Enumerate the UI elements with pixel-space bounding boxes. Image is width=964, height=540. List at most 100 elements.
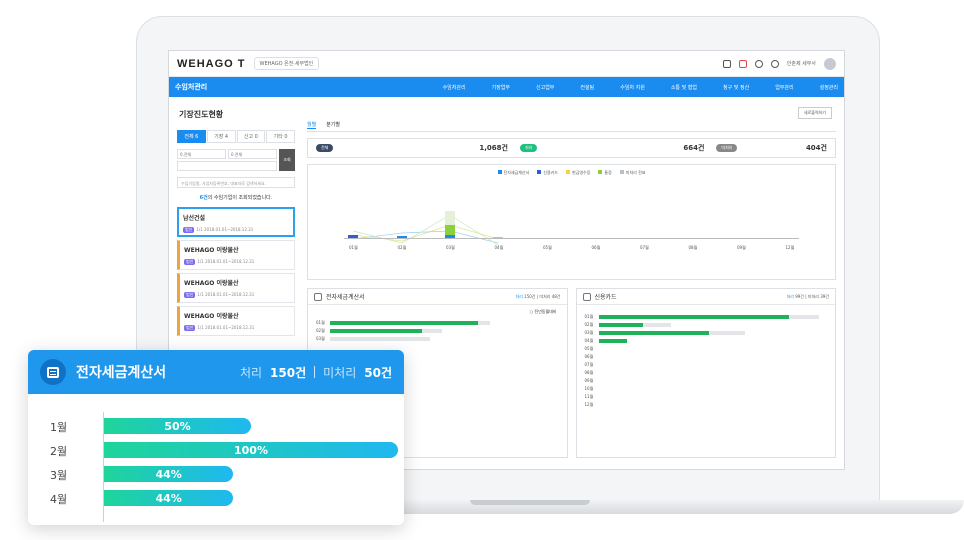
company-period: 1/1 2018.01.01~2018.12.31 bbox=[197, 325, 255, 330]
notification-icon[interactable] bbox=[738, 59, 747, 68]
company-card[interactable]: WEHAGO 이랑물산 법인 1/1 2018.01.01~2018.12.31 bbox=[177, 273, 295, 303]
help-icon[interactable] bbox=[770, 59, 779, 68]
bar-bg bbox=[330, 337, 430, 341]
filter-tab-2[interactable]: 신고 0 bbox=[236, 130, 266, 143]
bar-row: 05월 bbox=[585, 345, 836, 353]
legend-swatch bbox=[497, 170, 502, 174]
company-selector[interactable]: WEHAGO 온전·세무법인 bbox=[253, 57, 320, 70]
legend-label: 통장 bbox=[604, 170, 612, 175]
legend-item: 신용카드 bbox=[537, 170, 558, 176]
company-card[interactable]: WEHAGO 이랑물산 법인 1/1 2018.01.01~2018.12.31 bbox=[177, 240, 295, 270]
popup-header: 전자세금계산서 처리 150건 미처리 50건 bbox=[28, 350, 404, 394]
company-meta: 법인 1/1 2018.01.01~2018.12.31 bbox=[184, 325, 290, 331]
nav-item-8[interactable]: 설정관리 bbox=[820, 84, 838, 91]
period-tab-0[interactable]: 월별 bbox=[307, 121, 317, 129]
period-tab-1[interactable]: 분기별 bbox=[326, 121, 340, 129]
legend-label: 현금영수증 bbox=[572, 170, 591, 175]
search-input[interactable]: 수임기업명, 사업자등록번호, 대표자로 검색하세요. bbox=[177, 177, 295, 188]
monthly-chart: 전자세금계산서 신용카드 현금영수증 통장 미처리 전표 01월 02월 03월 04월 05월… bbox=[307, 164, 836, 280]
bar-fill bbox=[598, 339, 627, 343]
company-meta: 법인 1/1 2018.01.01~2018.12.31 bbox=[184, 259, 290, 265]
bar-mar-top bbox=[445, 211, 455, 225]
select-group: 0.전체 0.전체 bbox=[177, 149, 277, 171]
select-status[interactable]: 0.전체 bbox=[228, 149, 277, 159]
month-label: 2월 bbox=[50, 445, 68, 458]
nav-item-5[interactable]: 소통 및 협업 bbox=[671, 84, 697, 91]
popup-bar-row: 1월 50% bbox=[28, 414, 404, 438]
company-name: WEHAGO 이랑물산 bbox=[184, 280, 239, 287]
company-card[interactable]: 남선건설 법인 1/1 2018.01.01~2018.12.31 bbox=[177, 207, 295, 237]
export-button[interactable]: 세로출력하기 bbox=[797, 107, 832, 119]
legend-item: 미처리 전표 bbox=[619, 170, 645, 176]
popup-title: 전자세금계산서 bbox=[76, 365, 167, 381]
bar-row: 06월 bbox=[585, 353, 836, 361]
result-message: 6건의 수임기업이 조회되었습니다. bbox=[177, 194, 295, 201]
legend-label: 전자세금계산서 bbox=[503, 170, 530, 175]
nav-item-2[interactable]: 신고업무 bbox=[536, 84, 554, 91]
bar-row: 08월 bbox=[585, 369, 836, 377]
legend-label: 신용카드 bbox=[543, 170, 559, 175]
month-label: 09월 bbox=[737, 245, 746, 250]
filter-tabs: 전체 6 기장 4 신고 0 기타 0 bbox=[177, 130, 295, 143]
nav-item-3[interactable]: 컨설팅 bbox=[580, 84, 594, 91]
nav-item-0[interactable]: 수임처관리 bbox=[443, 84, 466, 91]
filter-tab-3[interactable]: 기타 0 bbox=[266, 130, 295, 143]
bar-row: 01월 bbox=[585, 313, 836, 321]
settings-icon[interactable] bbox=[754, 59, 763, 68]
popup-undone-label: 미처리 bbox=[323, 365, 357, 380]
select-extra[interactable] bbox=[177, 161, 277, 171]
bar-row: 10월 bbox=[585, 385, 836, 393]
filter-tab-1[interactable]: 기장 4 bbox=[206, 130, 236, 143]
document-icon[interactable] bbox=[722, 59, 731, 68]
progress-bar: 44% bbox=[104, 490, 234, 506]
user-name[interactable]: 안춘제 세무사 bbox=[787, 60, 816, 67]
tax-invoice-popup: 전자세금계산서 처리 150건 미처리 50건 1월 50% 2월 100% 3월 44%… bbox=[28, 350, 404, 525]
invoice-icon bbox=[314, 292, 322, 301]
company-type-badge: 법인 bbox=[184, 325, 196, 331]
credit-card-panel: 신용카드 처리 99건 | 미처리 39건 01월 02월 03월 04월 05월 06월… bbox=[575, 288, 836, 458]
month-label: 4월 bbox=[50, 493, 68, 506]
bar-value-label: 50% bbox=[164, 419, 191, 433]
company-period: 1/1 2018.01.01~2018.12.31 bbox=[197, 259, 255, 264]
progress-bar: 100% bbox=[104, 442, 398, 458]
select-type[interactable]: 0.전체 bbox=[177, 149, 226, 159]
month-label: 05월 bbox=[543, 245, 552, 250]
filter-tab-0[interactable]: 전체 6 bbox=[177, 130, 206, 143]
company-card[interactable]: WEHAGO 이랑물산법인 1/1 2018.01.01~2018.12.31 bbox=[177, 306, 295, 336]
p1-undone-label: 미처리 bbox=[539, 293, 551, 299]
avatar[interactable] bbox=[824, 57, 836, 70]
bar-row: 03월 bbox=[316, 335, 567, 343]
search-button[interactable]: 조회 bbox=[279, 149, 295, 171]
yoy-checkbox[interactable]: ○ 전년동월대비 bbox=[308, 305, 567, 319]
tax-invoice-title: 전자세금계산서 bbox=[326, 294, 365, 301]
bar-value-label: 44% bbox=[155, 491, 182, 505]
nav-item-7[interactable]: 업무관리 bbox=[775, 84, 793, 91]
logo[interactable]: WEHAGO T bbox=[177, 58, 246, 70]
bar-row-label: 02월 bbox=[316, 328, 325, 333]
top-icons: 안춘제 세무사 bbox=[722, 57, 836, 70]
credit-card-stats: 처리 99건 | 미처리 39건 bbox=[786, 293, 829, 299]
company-list: 남선건설 법인 1/1 2018.01.01~2018.12.31 WEHAGO 이랑… bbox=[177, 207, 295, 336]
bar-row-label: 01월 bbox=[316, 320, 325, 325]
month-label: 3월 bbox=[50, 469, 68, 482]
bar-value-label: 100% bbox=[234, 443, 268, 457]
company-name: 남선건설 bbox=[183, 215, 206, 222]
nav-items: 수임처관리 기장업무 신고업무 컨설팅 수임처 지원 소통 및 협업 청구 및 정산 업무관리… bbox=[443, 84, 838, 91]
p2-done-value: 99건 bbox=[795, 293, 804, 299]
month-label: 12월 bbox=[785, 245, 795, 250]
popup-done-value: 150건 bbox=[270, 365, 307, 380]
done-pill: 처리 bbox=[519, 144, 538, 152]
nav-item-1[interactable]: 기장업무 bbox=[492, 84, 510, 91]
company-type-badge: 법인 bbox=[184, 259, 196, 265]
chart-legend: 전자세금계산서 신용카드 현금영수증 통장 미처리 전표 bbox=[308, 170, 835, 176]
nav-item-4[interactable]: 수임처 지원 bbox=[620, 84, 645, 91]
company-name: WEHAGO 이랑물산 bbox=[184, 313, 239, 320]
nav-item-6[interactable]: 청구 및 정산 bbox=[723, 84, 749, 91]
undone-pill: 미처리 bbox=[716, 144, 738, 152]
month-label: 01월 bbox=[349, 245, 358, 250]
chart-lines bbox=[352, 214, 499, 246]
month-label: 08월 bbox=[688, 245, 698, 250]
p1-done-value: 150건 bbox=[524, 293, 536, 299]
bar-row: 07월 bbox=[585, 361, 836, 369]
